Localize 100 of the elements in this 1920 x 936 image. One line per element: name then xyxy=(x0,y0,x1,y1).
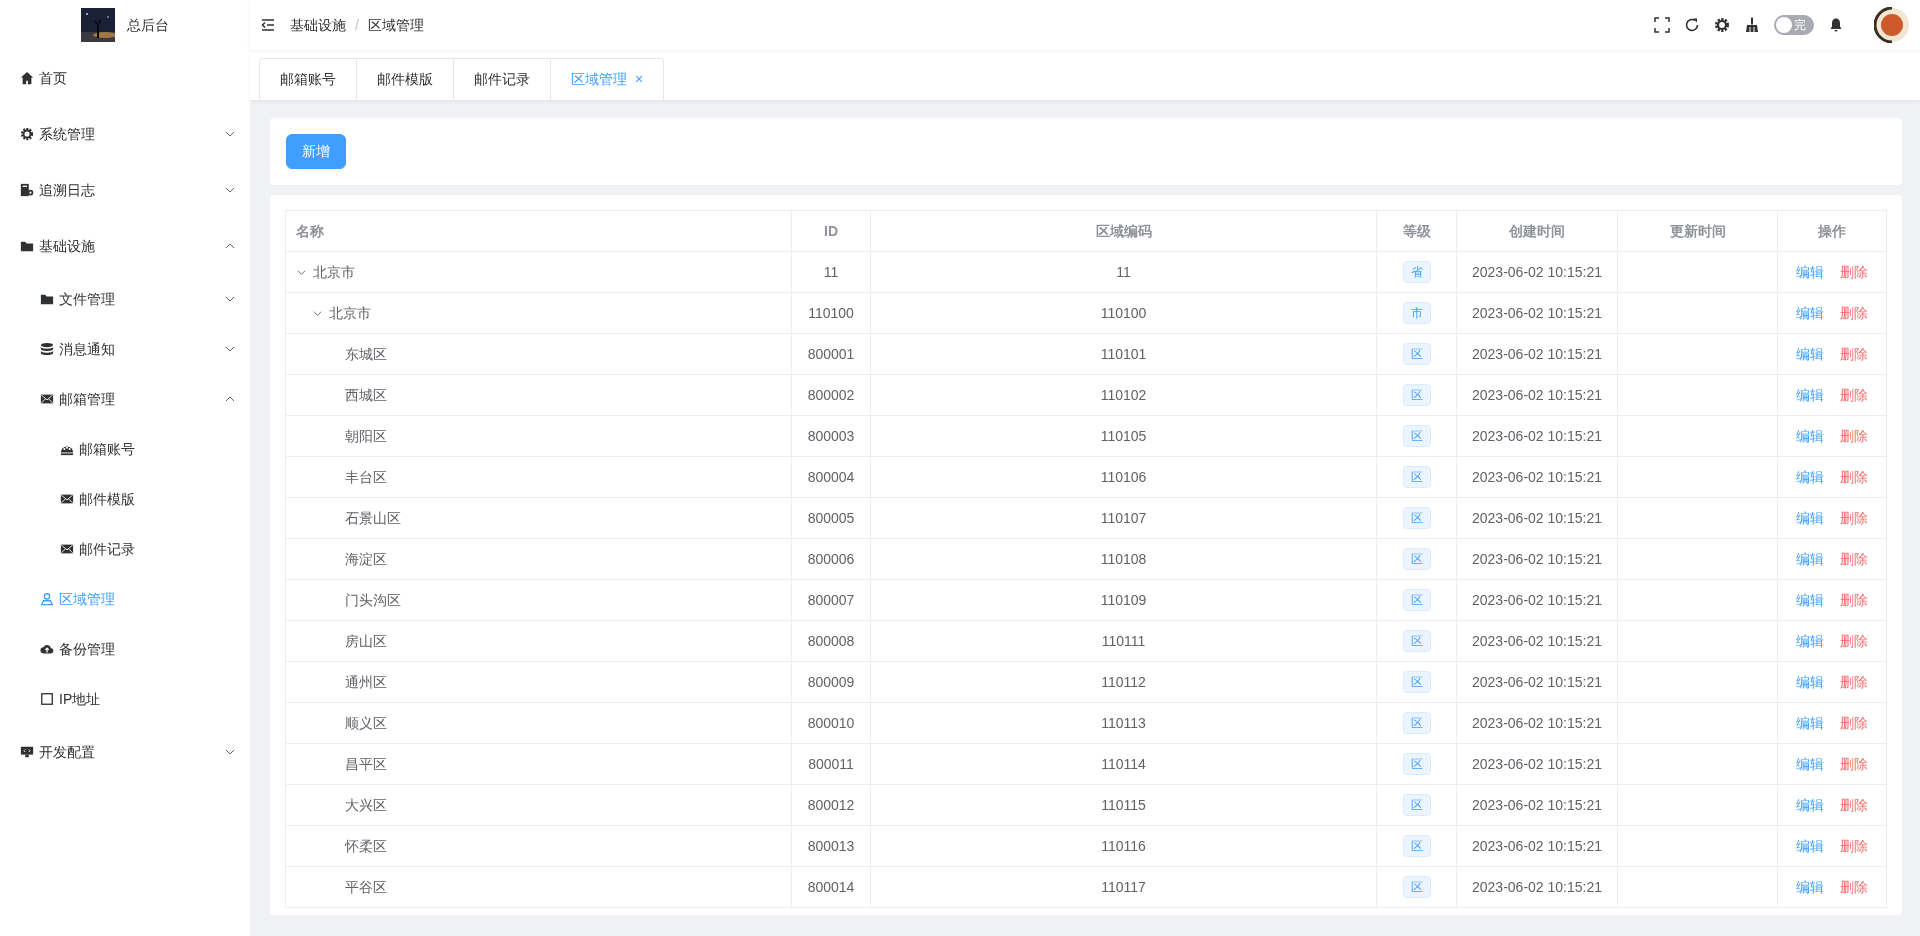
refresh-icon[interactable] xyxy=(1684,17,1700,33)
level-tag: 区 xyxy=(1402,343,1431,365)
column-header: 创建时间 xyxy=(1456,210,1618,252)
table-cell: 110101 xyxy=(870,333,1377,375)
table-cell: 2023-06-02 10:15:21 xyxy=(1456,825,1618,867)
edit-link[interactable]: 编辑 xyxy=(1796,714,1824,731)
table-cell: 2023-06-02 10:15:21 xyxy=(1456,374,1618,416)
delete-link[interactable]: 删除 xyxy=(1840,878,1868,895)
delete-link[interactable]: 删除 xyxy=(1840,550,1868,567)
app-title: 总后台 xyxy=(127,15,169,35)
delete-link[interactable]: 删除 xyxy=(1840,755,1868,772)
add-button[interactable]: 新增 xyxy=(286,134,346,169)
table-cell: 800013 xyxy=(791,825,871,867)
tab[interactable]: 邮件模版 xyxy=(356,58,454,100)
level-tag: 区 xyxy=(1402,712,1431,734)
sidebar-item[interactable]: 邮件模版 xyxy=(0,474,250,524)
delete-link[interactable]: 删除 xyxy=(1840,591,1868,608)
table-cell: 110112 xyxy=(870,661,1377,703)
edit-link[interactable]: 编辑 xyxy=(1796,509,1824,526)
table-cell-text: 东城区 xyxy=(345,344,387,364)
sidebar-item[interactable]: 首页 xyxy=(0,50,250,106)
cloud-upload-icon xyxy=(40,642,54,656)
delete-link[interactable]: 删除 xyxy=(1840,386,1868,403)
menu-fold-icon[interactable] xyxy=(260,17,276,33)
delete-link[interactable]: 删除 xyxy=(1840,796,1868,813)
avatar[interactable] xyxy=(1874,7,1910,43)
sidebar-item[interactable]: 邮箱管理 xyxy=(0,374,250,424)
sidebar-item[interactable]: 邮件记录 xyxy=(0,524,250,574)
tab[interactable]: 邮箱账号 xyxy=(259,58,357,100)
edit-link[interactable]: 编辑 xyxy=(1796,386,1824,403)
level-tag: 区 xyxy=(1402,384,1431,406)
delete-link[interactable]: 删除 xyxy=(1840,468,1868,485)
edit-link[interactable]: 编辑 xyxy=(1796,673,1824,690)
edit-link[interactable]: 编辑 xyxy=(1796,796,1824,813)
tab[interactable]: 邮件记录 xyxy=(453,58,551,100)
table-cell: 800014 xyxy=(791,866,871,908)
toggle-switch[interactable]: 完 xyxy=(1774,15,1814,35)
table-cell: 110116 xyxy=(870,825,1377,867)
edit-link[interactable]: 编辑 xyxy=(1796,263,1824,280)
table-cell-text: 顺义区 xyxy=(345,713,387,733)
delete-link[interactable]: 删除 xyxy=(1840,509,1868,526)
sidebar-item[interactable]: 文件管理 xyxy=(0,274,250,324)
table-cell: 800009 xyxy=(791,661,871,703)
column-header: 操作 xyxy=(1777,210,1887,252)
sidebar-item[interactable]: 基础设施 xyxy=(0,218,250,274)
delete-link[interactable]: 删除 xyxy=(1840,632,1868,649)
close-icon[interactable]: × xyxy=(635,69,644,90)
settings-icon[interactable] xyxy=(1714,17,1730,33)
delete-link[interactable]: 删除 xyxy=(1840,263,1868,280)
bell-icon[interactable] xyxy=(1828,17,1844,33)
edit-link[interactable]: 编辑 xyxy=(1796,755,1824,772)
sidebar-item[interactable]: IP地址 xyxy=(0,674,250,724)
delete-link[interactable]: 删除 xyxy=(1840,673,1868,690)
level-tag: 区 xyxy=(1402,589,1431,611)
table-cell: 2023-06-02 10:15:21 xyxy=(1456,292,1618,334)
table-cell: 2023-06-02 10:15:21 xyxy=(1456,415,1618,457)
delete-link[interactable]: 删除 xyxy=(1840,714,1868,731)
table-cell-text: 通州区 xyxy=(345,672,387,692)
table-cell: 800010 xyxy=(791,702,871,744)
table-cell: 110100 xyxy=(791,292,871,334)
location-person-icon xyxy=(40,592,54,606)
sidebar-item[interactable]: 区域管理 xyxy=(0,574,250,624)
broom-icon[interactable] xyxy=(1744,17,1760,33)
delete-link[interactable]: 删除 xyxy=(1840,304,1868,321)
breadcrumb-separator: / xyxy=(355,15,359,35)
sidebar-item[interactable]: 备份管理 xyxy=(0,624,250,674)
delete-link[interactable]: 删除 xyxy=(1840,837,1868,854)
table-cell: 2023-06-02 10:15:21 xyxy=(1456,784,1618,826)
sidebar-item[interactable]: 系统管理 xyxy=(0,106,250,162)
edit-link[interactable]: 编辑 xyxy=(1796,550,1824,567)
edit-link[interactable]: 编辑 xyxy=(1796,468,1824,485)
level-tag: 市 xyxy=(1402,302,1431,324)
delete-link[interactable]: 删除 xyxy=(1840,345,1868,362)
edit-link[interactable]: 编辑 xyxy=(1796,632,1824,649)
mail-icon xyxy=(60,492,74,506)
edit-link[interactable]: 编辑 xyxy=(1796,878,1824,895)
table-cell: 110111 xyxy=(870,620,1377,662)
edit-link[interactable]: 编辑 xyxy=(1796,591,1824,608)
edit-link[interactable]: 编辑 xyxy=(1796,304,1824,321)
sidebar-item[interactable]: 邮箱账号 xyxy=(0,424,250,474)
table-cell: 11 xyxy=(791,251,871,293)
table-cell: 110107 xyxy=(870,497,1377,539)
breadcrumb-item[interactable]: 基础设施 xyxy=(290,14,346,36)
table-cell: 110117 xyxy=(870,866,1377,908)
level-tag: 区 xyxy=(1402,876,1431,898)
edit-link[interactable]: 编辑 xyxy=(1796,837,1824,854)
edit-link[interactable]: 编辑 xyxy=(1796,345,1824,362)
table-cell: 2023-06-02 10:15:21 xyxy=(1456,579,1618,621)
fullscreen-icon[interactable] xyxy=(1654,17,1670,33)
sidebar-item[interactable]: 开发配置 xyxy=(0,724,250,780)
table-cell: 800006 xyxy=(791,538,871,580)
delete-link[interactable]: 删除 xyxy=(1840,427,1868,444)
table-cell: 800011 xyxy=(791,743,871,785)
edit-link[interactable]: 编辑 xyxy=(1796,427,1824,444)
table-cell-text: 平谷区 xyxy=(345,877,387,897)
table-cell-text: 石景山区 xyxy=(345,508,401,528)
tab[interactable]: 区域管理 × xyxy=(550,58,665,100)
sidebar-item[interactable]: 消息通知 xyxy=(0,324,250,374)
level-tag: 区 xyxy=(1402,425,1431,447)
sidebar-item[interactable]: 追溯日志 xyxy=(0,162,250,218)
